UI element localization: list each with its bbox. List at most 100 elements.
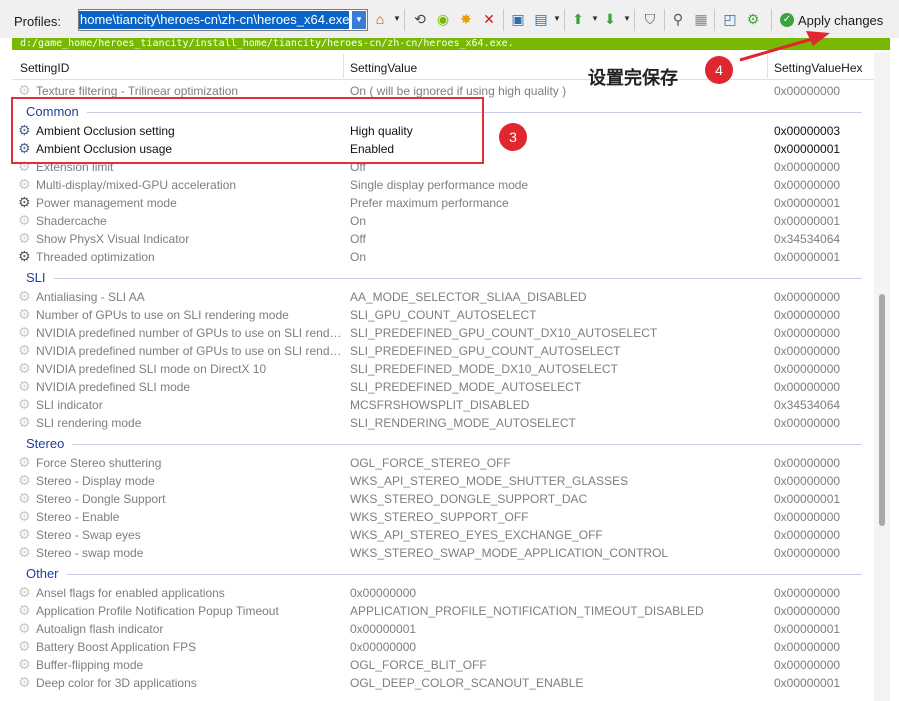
setting-row[interactable]: ⚙ Application Profile Notification Popup … <box>12 601 874 619</box>
group-header[interactable]: Other <box>12 561 874 583</box>
setting-id: Texture filtering - Trilinear optimizati… <box>36 84 239 98</box>
setting-value-hex: 0x00000000 <box>774 344 841 358</box>
setting-row[interactable]: ⚙ Buffer-flipping mode OGL_FORCE_BLIT_OFF 0… <box>12 655 874 673</box>
delete-icon[interactable]: ✕ <box>479 9 499 29</box>
chevron-down-icon[interactable]: ▼ <box>352 11 366 29</box>
setting-id: NVIDIA predefined number of GPUs to use … <box>36 326 344 340</box>
setting-value: 0x00000001 <box>350 622 417 636</box>
setting-row[interactable]: ⚙ NVIDIA predefined number of GPUs to use… <box>12 341 874 359</box>
setting-row[interactable]: ⚙ NVIDIA predefined SLI mode SLI_PREDEFINE… <box>12 377 874 395</box>
setting-value-hex: 0x34534064 <box>774 232 841 246</box>
setting-value: Prefer maximum performance <box>350 196 509 210</box>
settings-rows: ⚙ Texture filtering - Trilinear optimizat… <box>12 81 874 691</box>
column-divider[interactable] <box>767 54 768 78</box>
gear-icon: ⚙ <box>18 248 31 264</box>
column-header-setting-value[interactable]: SettingValue <box>350 61 417 75</box>
setting-row[interactable]: ⚙ Force Stereo shuttering OGL_FORCE_STEREO… <box>12 453 874 471</box>
gear-icon: ⚙ <box>18 378 31 394</box>
setting-id: Threaded optimization <box>36 250 155 264</box>
setting-row[interactable]: ⚙ Stereo - Dongle Support WKS_STEREO_DONGL… <box>12 489 874 507</box>
profile-select[interactable]: home\tiancity\heroes-cn\zh-cn\heroes_x64… <box>78 9 368 31</box>
setting-value-hex: 0x00000000 <box>774 160 841 174</box>
apply-changes-button[interactable]: ✓ Apply changes <box>780 8 883 32</box>
setting-value: On <box>350 214 367 228</box>
scan-icon[interactable]: ⟲ <box>410 9 430 29</box>
setting-row[interactable]: ⚙ Stereo - Enable WKS_STEREO_SUPPORT_OFF 0x… <box>12 507 874 525</box>
setting-value-hex: 0x00000000 <box>774 658 841 672</box>
add-profile-icon[interactable]: ▣ <box>508 9 528 29</box>
search-icon[interactable]: ⚲ <box>668 9 688 29</box>
setting-row[interactable]: ⚙ SLI indicator MCSFRSHOWSPLIT_DISABLED 0x3… <box>12 395 874 413</box>
window-icon[interactable]: ◰ <box>720 9 740 29</box>
setting-value: WKS_API_STEREO_EYES_EXCHANGE_OFF <box>350 528 603 542</box>
setting-id: Stereo - Dongle Support <box>36 492 166 506</box>
setting-value-hex: 0x00000000 <box>774 456 841 470</box>
setting-value-hex: 0x00000000 <box>774 416 841 430</box>
star-icon[interactable]: ✸ <box>456 9 476 29</box>
gear-icon: ⚙ <box>18 212 31 228</box>
setting-row[interactable]: ⚙ Stereo - Swap eyes WKS_API_STEREO_EYES_E… <box>12 525 874 543</box>
group-header[interactable]: SLI <box>12 265 874 287</box>
toolbar-separator <box>634 9 635 31</box>
setting-value: OGL_DEEP_COLOR_SCANOUT_ENABLE <box>350 676 584 690</box>
setting-value-hex: 0x00000000 <box>774 326 841 340</box>
setting-value: WKS_STEREO_SUPPORT_OFF <box>350 510 529 524</box>
export-icon[interactable]: ⬇ <box>600 9 620 29</box>
setting-row[interactable]: ⚙ Deep color for 3D applications OGL_DEEP_… <box>12 673 874 691</box>
settings-icon[interactable]: ⚙ <box>743 9 763 29</box>
vertical-scrollbar[interactable] <box>874 52 890 701</box>
column-divider[interactable] <box>343 54 344 78</box>
chevron-down-icon[interactable]: ▼ <box>591 14 599 23</box>
column-header-setting-value-hex[interactable]: SettingValueHex <box>774 61 863 75</box>
toolbar-separator <box>664 9 665 31</box>
setting-value: 0x00000000 <box>350 640 417 654</box>
scrollbar-thumb[interactable] <box>879 294 885 526</box>
setting-id: Deep color for 3D applications <box>36 676 197 690</box>
setting-row[interactable]: ⚙ Stereo - swap mode WKS_STEREO_SWAP_MODE_… <box>12 543 874 561</box>
setting-row[interactable]: ⚙ Autoalign flash indicator 0x00000001 0x00… <box>12 619 874 637</box>
setting-row[interactable]: ⚙ SLI rendering mode SLI_RENDERING_MODE_AU… <box>12 413 874 431</box>
grid-header: SettingID SettingValue SettingValueHex <box>12 52 874 80</box>
setting-value-hex: 0x00000001 <box>774 250 841 264</box>
group-header[interactable]: Stereo <box>12 431 874 453</box>
setting-value-hex: 0x00000001 <box>774 676 841 690</box>
setting-value: WKS_STEREO_DONGLE_SUPPORT_DAC <box>350 492 588 506</box>
setting-value-hex: 0x00000001 <box>774 142 841 156</box>
chevron-down-icon[interactable]: ▼ <box>553 14 561 23</box>
setting-row[interactable]: ⚙ Show PhysX Visual Indicator Off 0x3453406… <box>12 229 874 247</box>
setting-id: Stereo - swap mode <box>36 546 144 560</box>
gear-icon: ⚙ <box>18 360 31 376</box>
profile-value[interactable]: home\tiancity\heroes-cn\zh-cn\heroes_x64… <box>79 11 349 29</box>
setting-row[interactable]: ⚙ Power management mode Prefer maximum per… <box>12 193 874 211</box>
setting-row[interactable]: ⚙ Stereo - Display mode WKS_API_STEREO_MOD… <box>12 471 874 489</box>
setting-row[interactable]: ⚙ NVIDIA predefined number of GPUs to use… <box>12 323 874 341</box>
application-path: d:/game_home/heroes_tiancity/install_hom… <box>12 38 890 50</box>
home-icon[interactable]: ⌂ <box>370 9 390 29</box>
grid-icon[interactable]: ▦ <box>691 9 711 29</box>
filter-icon[interactable]: ⛉ <box>640 9 660 29</box>
setting-row[interactable]: ⚙ Battery Boost Application FPS 0x00000000… <box>12 637 874 655</box>
toolbar-separator <box>714 9 715 31</box>
setting-value-hex: 0x00000001 <box>774 492 841 506</box>
setting-id: Antialiasing - SLI AA <box>36 290 145 304</box>
setting-id: NVIDIA predefined number of GPUs to use … <box>36 344 344 358</box>
chevron-down-icon[interactable]: ▼ <box>393 14 401 23</box>
nvidia-icon[interactable]: ◉ <box>433 9 453 29</box>
setting-row[interactable]: ⚙ Number of GPUs to use on SLI rendering … <box>12 305 874 323</box>
setting-row[interactable]: ⚙ NVIDIA predefined SLI mode on DirectX 1… <box>12 359 874 377</box>
setting-value: SLI_PREDEFINED_MODE_DX10_AUTOSELECT <box>350 362 618 376</box>
group-divider <box>72 444 862 445</box>
setting-row[interactable]: ⚙ Antialiasing - SLI AA AA_MODE_SELECTOR_S… <box>12 287 874 305</box>
gear-icon: ⚙ <box>18 638 31 654</box>
import-icon[interactable]: ⬆ <box>568 9 588 29</box>
setting-row[interactable]: ⚙ Threaded optimization On 0x00000001 <box>12 247 874 265</box>
setting-row[interactable]: ⚙ Multi-display/mixed-GPU acceleration Sin… <box>12 175 874 193</box>
setting-value-hex: 0x00000001 <box>774 196 841 210</box>
add-application-icon[interactable]: ▤ <box>531 9 551 29</box>
setting-id: Show PhysX Visual Indicator <box>36 232 190 246</box>
column-header-setting-id[interactable]: SettingID <box>20 61 69 75</box>
gear-icon: ⚙ <box>18 620 31 636</box>
setting-row[interactable]: ⚙ Ansel flags for enabled applications 0x0… <box>12 583 874 601</box>
setting-row[interactable]: ⚙ Shadercache On 0x00000001 <box>12 211 874 229</box>
chevron-down-icon[interactable]: ▼ <box>623 14 631 23</box>
